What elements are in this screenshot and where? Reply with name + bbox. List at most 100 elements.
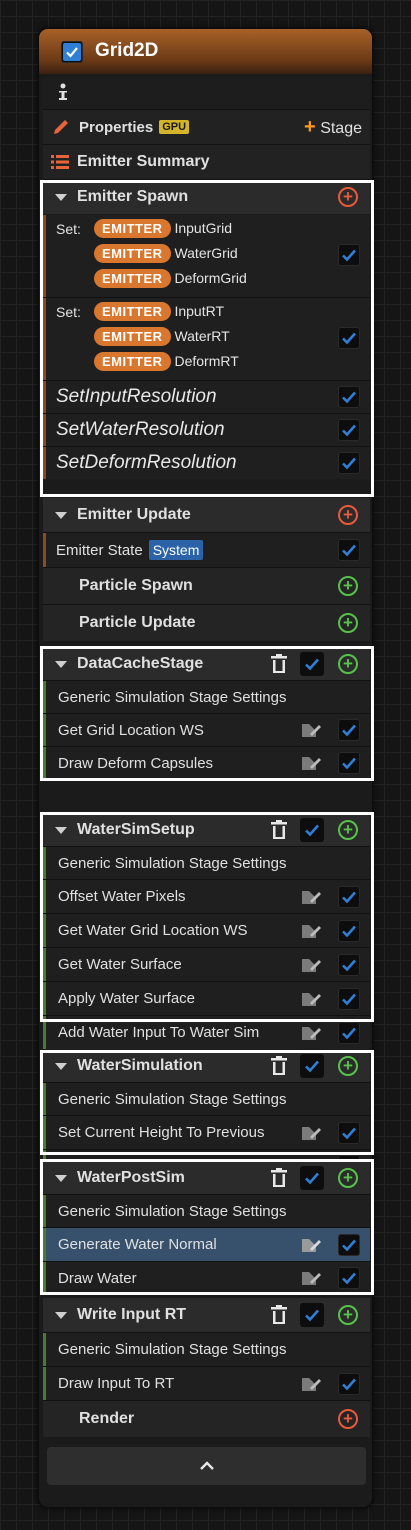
edit-script-icon[interactable]: [300, 1124, 322, 1142]
stage-settings-row[interactable]: Generic Simulation Stage Settings: [43, 681, 370, 713]
trash-icon[interactable]: [270, 1168, 288, 1188]
add-module-button[interactable]: +: [338, 820, 358, 840]
module-row[interactable]: SetInputResolution: [43, 381, 370, 413]
trash-icon[interactable]: [270, 820, 288, 840]
settings-label: Generic Simulation Stage Settings: [58, 1090, 287, 1108]
module-enable-checkbox[interactable]: [338, 452, 360, 474]
edit-script-icon[interactable]: [300, 754, 322, 772]
module-label: Draw Deform Capsules: [58, 754, 214, 772]
emitter-summary-row[interactable]: Emitter Summary: [43, 145, 370, 179]
edit-script-icon[interactable]: [300, 990, 322, 1008]
person-icon[interactable]: [55, 83, 71, 103]
module-row[interactable]: Draw Water: [43, 1262, 370, 1294]
add-module-button[interactable]: +: [338, 505, 358, 525]
module-row[interactable]: Offset Water Pixels: [43, 880, 370, 913]
module-enable-checkbox[interactable]: [338, 919, 360, 942]
add-module-button[interactable]: +: [338, 613, 358, 633]
module-enable-checkbox[interactable]: [338, 987, 360, 1010]
stage-header[interactable]: WaterPostSim +: [43, 1162, 370, 1194]
stage-enable-checkbox[interactable]: [300, 1166, 324, 1190]
module-enable-checkbox[interactable]: [338, 885, 360, 908]
particle-spawn-header[interactable]: Particle Spawn +: [43, 568, 370, 604]
module-enable-checkbox[interactable]: [338, 719, 360, 741]
collapse-arrow-icon[interactable]: [55, 1062, 67, 1070]
module-label: Get Water Grid Location WS: [58, 922, 248, 939]
add-module-button[interactable]: +: [338, 1056, 358, 1076]
edit-script-icon[interactable]: [300, 1024, 322, 1042]
edit-script-icon[interactable]: [300, 1236, 322, 1254]
emitter-tag: EMITTER: [94, 269, 171, 288]
stage-settings-row[interactable]: Generic Simulation Stage Settings: [43, 1083, 370, 1115]
module-enable-checkbox[interactable]: [338, 953, 360, 976]
set-variables-module-2[interactable]: Set: EMITTER InputRT EMITTER WaterRT EMI…: [43, 298, 370, 380]
stage-header[interactable]: WaterSimSetup +: [43, 814, 370, 846]
stage-header[interactable]: Write Input RT +: [43, 1298, 370, 1332]
module-label: Get Water Surface: [58, 956, 182, 973]
collapse-arrow-icon[interactable]: [55, 660, 67, 668]
stage-enable-checkbox[interactable]: [300, 1303, 324, 1327]
collapse-arrow-icon[interactable]: [55, 1174, 67, 1182]
collapse-node-button[interactable]: [47, 1447, 366, 1485]
trash-icon[interactable]: [270, 654, 288, 674]
enable-emitter-checkbox[interactable]: [61, 41, 83, 63]
module-row[interactable]: SetDeformResolution: [43, 447, 370, 479]
module-row[interactable]: Add Water Input To Water Sim: [43, 1016, 370, 1049]
stage-header[interactable]: DataCacheStage +: [43, 648, 370, 680]
edit-script-icon[interactable]: [300, 1375, 322, 1393]
stage-enable-checkbox[interactable]: [300, 818, 324, 842]
module-enable-checkbox[interactable]: [338, 1267, 360, 1289]
stage-enable-checkbox[interactable]: [300, 1054, 324, 1078]
add-module-button[interactable]: +: [338, 187, 358, 207]
particle-update-header[interactable]: Particle Update +: [43, 605, 370, 641]
add-stage-button[interactable]: + Stage: [304, 116, 362, 139]
properties-label[interactable]: Properties: [79, 119, 153, 136]
properties-row: Properties GPU + Stage: [43, 110, 370, 144]
module-row[interactable]: Get Grid Location WS: [43, 714, 370, 746]
module-row-selected[interactable]: Generate Water Normal: [43, 1228, 370, 1261]
module-enable-checkbox[interactable]: [338, 419, 360, 441]
set-variables-module-1[interactable]: Set: EMITTER InputGrid EMITTER WaterGrid…: [43, 215, 370, 297]
edit-script-icon[interactable]: [300, 956, 322, 974]
module-enable-checkbox[interactable]: [338, 539, 360, 561]
module-row[interactable]: Get Water Surface: [43, 948, 370, 981]
collapse-arrow-icon[interactable]: [55, 1311, 67, 1319]
edit-script-icon[interactable]: [300, 721, 322, 739]
collapse-arrow-icon[interactable]: [55, 826, 67, 834]
add-module-button[interactable]: +: [338, 576, 358, 596]
stage-enable-checkbox[interactable]: [300, 652, 324, 676]
stage-settings-row[interactable]: Generic Simulation Stage Settings: [43, 1195, 370, 1227]
set-label: Set:: [56, 304, 81, 320]
module-row[interactable]: Set Current Height To Previous: [43, 1116, 370, 1149]
collapse-arrow-icon[interactable]: [55, 511, 67, 519]
module-enable-checkbox[interactable]: [338, 752, 360, 774]
module-enable-checkbox[interactable]: [338, 1021, 360, 1044]
add-module-button[interactable]: +: [338, 654, 358, 674]
emitter-update-header[interactable]: Emitter Update +: [43, 498, 370, 532]
module-enable-checkbox[interactable]: [338, 1233, 360, 1256]
module-enable-checkbox[interactable]: [338, 386, 360, 408]
trash-icon[interactable]: [270, 1056, 288, 1076]
module-enable-checkbox[interactable]: [338, 1372, 360, 1395]
stage-settings-row[interactable]: Generic Simulation Stage Settings: [43, 847, 370, 879]
module-row[interactable]: Get Water Grid Location WS: [43, 914, 370, 947]
module-row[interactable]: Draw Input To RT: [43, 1367, 370, 1400]
stage-header[interactable]: WaterSimulation +: [43, 1050, 370, 1082]
edit-script-icon[interactable]: [300, 1269, 322, 1287]
emitter-state-row[interactable]: Emitter State System: [43, 533, 370, 567]
module-enable-checkbox[interactable]: [338, 327, 360, 349]
module-row[interactable]: Draw Deform Capsules: [43, 747, 370, 779]
module-enable-checkbox[interactable]: [338, 244, 360, 266]
render-header[interactable]: Render +: [43, 1401, 370, 1437]
edit-script-icon[interactable]: [300, 888, 322, 906]
module-row[interactable]: Apply Water Surface: [43, 982, 370, 1015]
collapse-arrow-icon[interactable]: [55, 193, 67, 201]
emitter-spawn-header[interactable]: Emitter Spawn +: [43, 180, 370, 214]
add-renderer-button[interactable]: +: [338, 1409, 358, 1429]
add-module-button[interactable]: +: [338, 1305, 358, 1325]
add-module-button[interactable]: +: [338, 1168, 358, 1188]
edit-script-icon[interactable]: [300, 922, 322, 940]
module-row[interactable]: SetWaterResolution: [43, 414, 370, 446]
module-enable-checkbox[interactable]: [338, 1121, 360, 1144]
stage-settings-row[interactable]: Generic Simulation Stage Settings: [43, 1333, 370, 1366]
trash-icon[interactable]: [270, 1305, 288, 1325]
